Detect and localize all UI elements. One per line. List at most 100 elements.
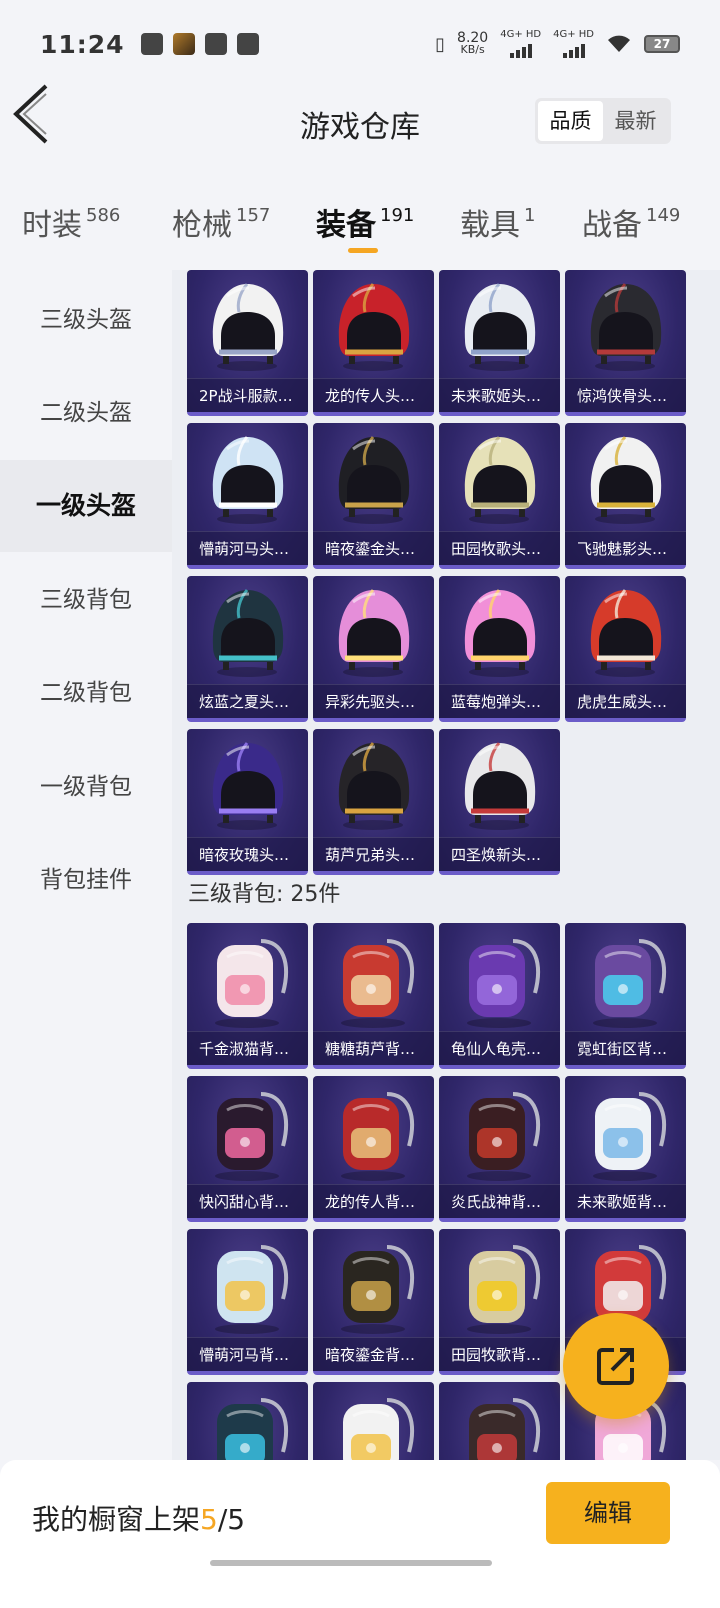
edit-button[interactable]: 编辑 [546,1482,670,1544]
backpack-icon [313,1229,434,1341]
helmet-card[interactable]: 未来歌姬头… [439,270,560,416]
backpack-card-label: 懵萌河马背… [187,1337,308,1371]
helmet-card-label: 暗夜鎏金头… [313,531,434,565]
sidebar-item-level3-helmet[interactable]: 三级头盔 [0,274,172,366]
backpack-section-title: 三级背包: 25件 [188,882,341,907]
sidebar-item-level2-backpack[interactable]: 二级背包 [0,647,172,739]
helmet-card-label: 虎虎生威头… [565,684,686,718]
app-icon [204,33,227,55]
backpack-card[interactable] [187,1382,308,1460]
helmet-card[interactable]: 蓝莓炮弹头… [439,576,560,722]
helmet-card[interactable]: 懵萌河马头… [187,423,308,569]
helmet-card-label: 飞驰魅影头… [565,531,686,565]
share-out-icon [597,1348,634,1385]
backpack-card-label: 龟仙人龟壳… [439,1031,560,1065]
sort-newest-button[interactable]: 最新 [603,101,668,141]
tab-guns[interactable]: 枪械 157 [172,200,270,244]
sidebar-item-level3-backpack[interactable]: 三级背包 [0,554,172,646]
helmet-icon [187,576,308,688]
sort-toggle[interactable]: 品质 最新 [535,98,671,144]
backpack-card[interactable]: 懵萌河马背… [187,1229,308,1375]
sidebar-item-level2-helmet[interactable]: 二级头盔 [0,367,172,459]
helmet-card-label: 炫蓝之夏头… [187,684,308,718]
helmet-icon [565,423,686,535]
tab-count: 586 [86,205,121,226]
helmet-card[interactable]: 炫蓝之夏头… [187,576,308,722]
tab-label: 装备 [316,208,376,243]
sidebar-item-backpack-charm[interactable]: 背包挂件 [0,834,172,926]
backpack-icon [187,1382,308,1460]
tab-label: 时装 [22,208,82,243]
sidebar-item-level1-helmet[interactable]: 一级头盔 [0,460,172,552]
showcase-status: 我的橱窗上架5/5 [32,1498,245,1538]
backpack-card[interactable]: 暗夜鎏金背… [313,1229,434,1375]
backpack-card[interactable]: 快闪甜心背… [187,1076,308,1222]
helmet-card[interactable]: 四圣焕新头… [439,729,560,875]
backpack-icon [439,1076,560,1188]
backpack-card[interactable]: 未来歌姬背… [565,1076,686,1222]
backpack-icon [439,1382,560,1460]
status-bar: 11:24 ▯ 8.20 KB/s 4G+ HD 4G+ HD 27 [0,0,720,88]
sidebar: 三级头盔 二级头盔 一级头盔 三级背包 二级背包 一级背包 背包挂件 [0,270,172,1460]
tab-supplies[interactable]: 战备 149 [582,200,680,244]
helmet-icon [439,270,560,382]
backpack-card[interactable] [313,1382,434,1460]
message-icon [140,33,163,55]
bottom-bar: 我的橱窗上架5/5 编辑 [0,1460,720,1608]
helmet-card-label: 异彩先驱头… [313,684,434,718]
helmet-icon [565,270,686,382]
sidebar-item-level1-backpack[interactable]: 一级背包 [0,741,172,833]
backpack-card[interactable]: 炎氏战神背… [439,1076,560,1222]
helmet-card[interactable]: 飞驰魅影头… [565,423,686,569]
tab-fashion[interactable]: 时装 586 [22,200,120,244]
helmet-card-label: 懵萌河马头… [187,531,308,565]
active-tab-indicator [348,248,378,253]
game-app-icon [172,33,195,55]
backpack-card[interactable]: 田园牧歌背… [439,1229,560,1375]
backpack-card[interactable]: 千金淑猫背… [187,923,308,1069]
net-label-2: 4G+ HD [553,29,594,40]
helmet-card[interactable]: 暗夜玫瑰头… [187,729,308,875]
tab-label: 载具 [460,208,520,243]
tab-count: 191 [380,205,415,226]
helmet-icon [187,270,308,382]
tab-equipment[interactable]: 装备 191 [316,200,414,244]
backpack-card-label: 快闪甜心背… [187,1184,308,1218]
backpack-card-label: 千金淑猫背… [187,1031,308,1065]
bolt-icon [236,33,259,55]
helmet-card[interactable]: 龙的传人头… [313,270,434,416]
helmet-card[interactable]: 异彩先驱头… [313,576,434,722]
helmet-icon [187,729,308,841]
backpack-icon [439,1229,560,1341]
net-label-1: 4G+ HD [500,29,542,40]
network-speed: 8.20 KB/s [457,31,488,56]
vibrate-icon: ▯ [435,33,446,55]
tab-label: 战备 [582,208,642,243]
tab-vehicles[interactable]: 载具 1 [460,200,535,244]
helmet-card[interactable]: 惊鸿侠骨头… [565,270,686,416]
share-fab-button[interactable] [563,1313,669,1419]
item-grid-area[interactable]: 2P战斗服款… 龙的传人头… 未来歌姬头… 惊鸿侠骨头… 懵萌河马头… 暗夜鎏金头… 田园牧… [172,270,720,1460]
backpack-card[interactable]: 龙的传人背… [313,1076,434,1222]
helmet-card[interactable]: 暗夜鎏金头… [313,423,434,569]
backpack-card[interactable]: 霓虹街区背… [565,923,686,1069]
helmet-card-label: 暗夜玫瑰头… [187,837,308,871]
wifi-icon [608,35,630,52]
backpack-card[interactable] [439,1382,560,1460]
backpack-card[interactable]: 龟仙人龟壳… [439,923,560,1069]
sort-quality-button[interactable]: 品质 [538,101,603,141]
helmet-card[interactable]: 虎虎生威头… [565,576,686,722]
notification-icons [140,33,259,55]
backpack-card-label: 暗夜鎏金背… [313,1337,434,1371]
helmet-icon [565,576,686,688]
helmet-card[interactable]: 葫芦兄弟头… [313,729,434,875]
backpack-icon [565,923,686,1035]
backpack-card-label: 龙的传人背… [313,1184,434,1218]
backpack-card[interactable]: 糖糖葫芦背… [313,923,434,1069]
backpack-icon [565,1076,686,1188]
helmet-icon [439,729,560,841]
helmet-card[interactable]: 田园牧歌头… [439,423,560,569]
helmet-card[interactable]: 2P战斗服款… [187,270,308,416]
home-indicator[interactable] [210,1560,492,1566]
status-time: 11:24 [40,29,125,59]
